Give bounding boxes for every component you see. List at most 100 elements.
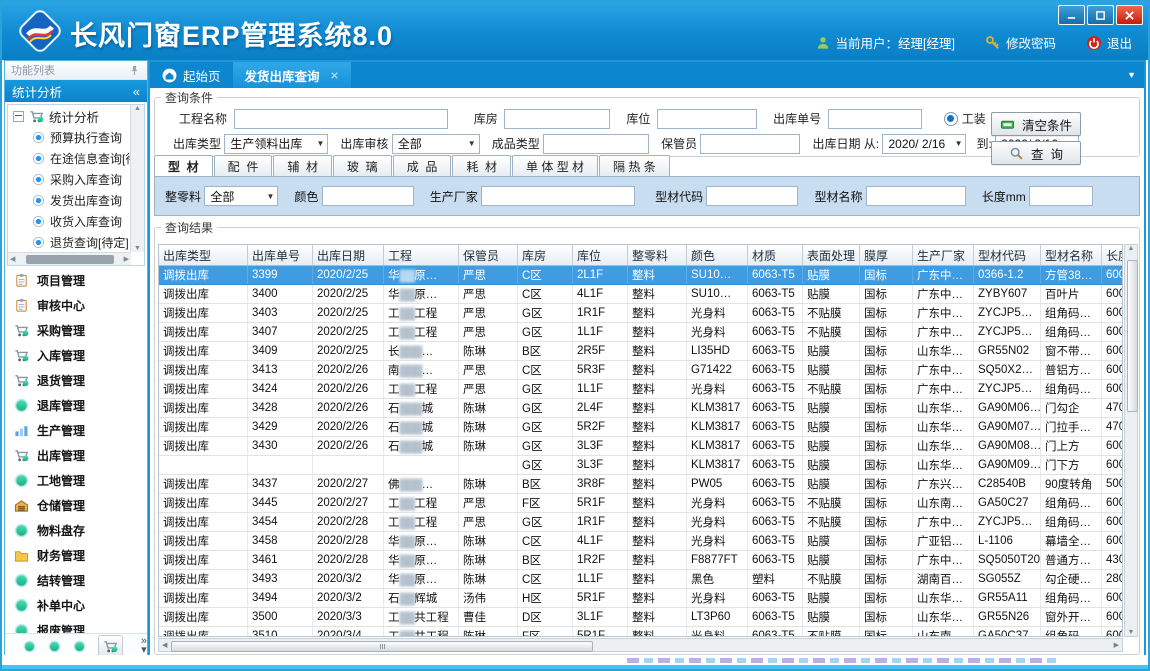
table-cell[interactable]: 贴膜 xyxy=(803,589,860,608)
table-cell[interactable]: 陈琳 xyxy=(459,570,518,589)
table-cell[interactable]: G区 xyxy=(518,513,573,532)
table-cell[interactable]: 组角码… xyxy=(1041,589,1102,608)
table-cell[interactable]: 3407 xyxy=(248,323,313,342)
table-cell[interactable]: 调拨出库 xyxy=(159,342,248,361)
table-row[interactable]: 调拨出库34542020/2/28工▓▓工程严思G区1R1F整料光身料6063-… xyxy=(159,513,1123,532)
table-cell[interactable]: 山东华… xyxy=(913,418,974,437)
table-cell[interactable]: 贴膜 xyxy=(803,266,860,285)
sidebar-menu-item[interactable]: 结转管理 xyxy=(5,568,147,593)
table-cell[interactable]: D区 xyxy=(518,608,573,627)
table-cell[interactable]: 调拨出库 xyxy=(159,437,248,456)
table-cell[interactable]: 2020/3/2 xyxy=(313,570,384,589)
table-cell[interactable]: 整料 xyxy=(628,589,687,608)
table-cell[interactable]: 贴膜 xyxy=(803,456,860,475)
sidebar-menu-item[interactable]: 财务管理 xyxy=(5,543,147,568)
table-cell[interactable]: ZYCJP5… xyxy=(974,380,1041,399)
table-cell[interactable]: 调拨出库 xyxy=(159,418,248,437)
table-cell[interactable]: 石▓▓▓城 xyxy=(384,437,459,456)
column-header[interactable]: 出库单号 xyxy=(248,245,313,266)
tab-shipping-outbound-query[interactable]: 发货出库查询 xyxy=(233,62,351,88)
table-cell[interactable]: 3399 xyxy=(248,266,313,285)
table-cell[interactable]: 3429 xyxy=(248,418,313,437)
table-cell[interactable]: 国标 xyxy=(860,418,913,437)
table-cell[interactable]: 国标 xyxy=(860,437,913,456)
color-input[interactable] xyxy=(322,186,414,206)
column-header[interactable]: 材质 xyxy=(748,245,803,266)
table-cell[interactable]: 工▓▓工程 xyxy=(384,380,459,399)
profile-name-input[interactable] xyxy=(866,186,966,206)
table-cell[interactable]: 1L1F xyxy=(573,380,628,399)
section-header-statistics[interactable]: 统计分析 « xyxy=(5,80,147,102)
sidebar-menu-item[interactable]: 审核中心 xyxy=(5,293,147,318)
table-cell[interactable]: 陈琳 xyxy=(459,399,518,418)
table-cell[interactable]: SU10… xyxy=(687,285,748,304)
column-header[interactable]: 出库类型 xyxy=(159,245,248,266)
table-cell[interactable]: 光身料 xyxy=(687,589,748,608)
table-cell[interactable]: 调拨出库 xyxy=(159,266,248,285)
table-cell[interactable]: C区 xyxy=(518,532,573,551)
table-cell[interactable]: ZYCJP5… xyxy=(974,513,1041,532)
table-cell[interactable]: 2020/2/27 xyxy=(313,475,384,494)
table-cell[interactable]: 广亚铝… xyxy=(913,532,974,551)
table-cell[interactable]: 陈琳 xyxy=(459,418,518,437)
table-cell[interactable]: 严思 xyxy=(459,361,518,380)
table-cell[interactable]: 0366-1.2 xyxy=(974,266,1041,285)
table-cell[interactable]: 90度转角 xyxy=(1041,475,1102,494)
table-cell[interactable]: 严思 xyxy=(459,380,518,399)
table-cell[interactable]: 国标 xyxy=(860,266,913,285)
table-cell[interactable]: 3461 xyxy=(248,551,313,570)
table-cell[interactable]: 6063-T5 xyxy=(748,342,803,361)
scroll-left-icon[interactable]: ◀ xyxy=(162,641,167,649)
table-cell[interactable]: F区 xyxy=(518,627,573,638)
table-cell[interactable]: 6000 xyxy=(1102,627,1124,638)
length-input[interactable] xyxy=(1029,186,1093,206)
table-cell[interactable]: 不贴膜 xyxy=(803,570,860,589)
table-cell[interactable]: 4700 xyxy=(1102,418,1124,437)
warehouse-input[interactable] xyxy=(504,109,610,129)
table-cell[interactable]: 组角码… xyxy=(1041,627,1102,638)
table-cell[interactable]: 调拨出库 xyxy=(159,551,248,570)
table-cell[interactable]: G区 xyxy=(518,380,573,399)
table-cell[interactable]: 2020/2/26 xyxy=(313,399,384,418)
table-cell[interactable]: GA90M09… xyxy=(974,456,1041,475)
table-cell[interactable]: 调拨出库 xyxy=(159,285,248,304)
table-cell[interactable]: 2020/2/25 xyxy=(313,304,384,323)
table-row[interactable]: 调拨出库34612020/2/28华▓▓原…陈琳B区1R2F整料F8877FT6… xyxy=(159,551,1123,570)
tree-item[interactable]: 发货出库查询 xyxy=(8,190,144,211)
table-cell[interactable] xyxy=(159,456,248,475)
table-cell[interactable]: 3424 xyxy=(248,380,313,399)
table-cell[interactable]: 光身料 xyxy=(687,513,748,532)
table-cell[interactable]: 6000 xyxy=(1102,532,1124,551)
table-cell[interactable]: 国标 xyxy=(860,608,913,627)
table-cell[interactable]: 3510 xyxy=(248,627,313,638)
table-cell[interactable]: 2020/2/28 xyxy=(313,551,384,570)
table-cell[interactable]: 1R1F xyxy=(573,304,628,323)
table-cell[interactable]: 国标 xyxy=(860,475,913,494)
table-cell[interactable]: KLM3817 xyxy=(687,418,748,437)
table-cell[interactable]: 贴膜 xyxy=(803,342,860,361)
table-cell[interactable]: 6063-T5 xyxy=(748,361,803,380)
table-cell[interactable]: SU10… xyxy=(687,266,748,285)
table-cell[interactable]: 3493 xyxy=(248,570,313,589)
table-cell[interactable]: 调拨出库 xyxy=(159,608,248,627)
table-cell[interactable]: SG055Z xyxy=(974,570,1041,589)
table-cell[interactable]: 工▓▓共工程 xyxy=(384,627,459,638)
material-tab[interactable]: 辅 材 xyxy=(273,155,332,176)
sidebar-menu-item[interactable]: 退货管理 xyxy=(5,368,147,393)
table-cell[interactable]: B区 xyxy=(518,475,573,494)
table-cell[interactable]: 工▓▓工程 xyxy=(384,513,459,532)
table-cell[interactable]: 6063-T5 xyxy=(748,266,803,285)
table-cell[interactable]: 广东中… xyxy=(913,304,974,323)
table-cell[interactable]: 门拉手… xyxy=(1041,418,1102,437)
table-cell[interactable]: 2L4F xyxy=(573,399,628,418)
tree-item[interactable]: 退货查询[待定] xyxy=(8,232,144,253)
table-cell[interactable]: GR55A11 xyxy=(974,589,1041,608)
sidebar-menu-item[interactable]: 物料盘存 xyxy=(5,518,147,543)
table-cell[interactable]: 2020/2/26 xyxy=(313,380,384,399)
table-cell[interactable]: LT3P60 xyxy=(687,608,748,627)
factory-input[interactable] xyxy=(481,186,635,206)
horizontal-scroll-thumb[interactable] xyxy=(171,641,593,652)
circle-icon[interactable] xyxy=(23,640,36,653)
table-cell[interactable]: 南▓▓▓… xyxy=(384,361,459,380)
sidebar-menu-item[interactable]: 仓储管理 xyxy=(5,493,147,518)
